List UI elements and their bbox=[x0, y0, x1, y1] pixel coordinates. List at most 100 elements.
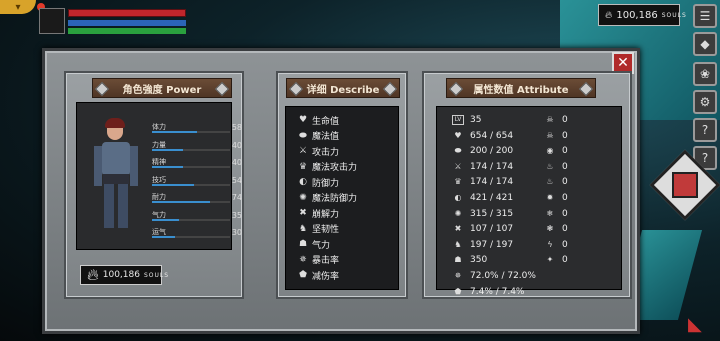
attribute-row: ⚔ 174 / 174 bbox=[452, 160, 513, 174]
attribute-row: ✺ 315 / 315 bbox=[452, 207, 513, 221]
corner-marker-icon: ◣ bbox=[688, 314, 702, 335]
stat-icon: ♥ bbox=[454, 130, 462, 140]
stat-icon: LV bbox=[452, 115, 464, 125]
describe-item: ♥ 生命值 bbox=[298, 113, 339, 127]
power-stat-row: 气力 35 bbox=[152, 210, 242, 223]
mana-bar bbox=[68, 20, 186, 26]
describe-label: 魔法攻击力 bbox=[312, 163, 358, 173]
player-portrait[interactable] bbox=[39, 8, 65, 34]
souls-value: 100,186 bbox=[616, 9, 658, 21]
resistance-icon: ✹ bbox=[546, 193, 554, 202]
describe-label: 防御力 bbox=[312, 178, 340, 189]
stat-bar bbox=[152, 183, 230, 186]
skill-icon: ❀ bbox=[699, 67, 711, 81]
resistance-icon: ☠ bbox=[546, 130, 554, 140]
describe-label: 暴击率 bbox=[312, 256, 340, 266]
power-stat-row: 技巧 54 bbox=[152, 175, 242, 188]
stat-icon: ♞ bbox=[298, 223, 308, 234]
stat-bar bbox=[152, 218, 230, 221]
describe-label: 坚韧性 bbox=[312, 225, 340, 235]
stat-icon: ⬟ bbox=[299, 270, 307, 280]
settings-button[interactable]: ⚙ bbox=[693, 90, 717, 114]
stat-value: 30 bbox=[231, 228, 242, 237]
describe-label: 魔法防御力 bbox=[312, 194, 358, 204]
resistance-row: ☠ 0 bbox=[544, 113, 568, 127]
attribute-title-text: 属性数值 Attribute bbox=[473, 84, 569, 96]
stat-bar-fill bbox=[152, 183, 195, 186]
stat-icon: ✵ bbox=[299, 254, 307, 265]
describe-label: 气力 bbox=[312, 240, 331, 251]
menu-icon: ☰ bbox=[699, 9, 711, 23]
describe-title-text: 详细 Describe bbox=[306, 84, 380, 96]
menu-button[interactable]: ☰ bbox=[693, 4, 717, 28]
stat-value: 58 bbox=[231, 123, 242, 132]
attribute-row: ♞ 197 / 197 bbox=[452, 238, 513, 252]
resistance-row: ♨ 0 bbox=[544, 160, 568, 174]
stat-bar bbox=[152, 166, 230, 168]
resistance-row: ☠ 0 bbox=[544, 129, 567, 143]
attribute-value: 174 / 174 bbox=[470, 161, 514, 172]
stat-icon: ✖ bbox=[299, 208, 307, 218]
stat-bar bbox=[152, 131, 230, 133]
resistance-value: 0 bbox=[562, 146, 568, 157]
attribute-value: 35 bbox=[470, 115, 482, 125]
help-button[interactable]: ? bbox=[693, 118, 717, 142]
resistance-value: 0 bbox=[562, 161, 568, 172]
attribute-row: LV 35 bbox=[452, 113, 481, 127]
attribute-value: 7.4% / 7.4% bbox=[470, 286, 525, 297]
describe-item: ☗ 气力 bbox=[298, 237, 330, 251]
describe-label: 减伤率 bbox=[312, 271, 340, 282]
stat-bar bbox=[152, 148, 230, 151]
close-icon: ✕ bbox=[617, 55, 629, 71]
stat-bar-fill bbox=[152, 236, 176, 238]
stat-icon: ♛ bbox=[454, 177, 462, 187]
souls-counter: 🔥︎ 100,186 SOULS bbox=[598, 4, 686, 26]
attribute-value: 421 / 421 bbox=[470, 193, 514, 203]
stat-value: 40 bbox=[231, 158, 242, 167]
describe-label: 崩解力 bbox=[312, 209, 340, 220]
attribute-row: ☗ 350 bbox=[452, 253, 487, 267]
describe-item: ♞ 坚韧性 bbox=[298, 222, 339, 236]
gear-icon: ⚙ bbox=[699, 95, 711, 109]
stat-icon: ⚔ bbox=[298, 146, 308, 156]
describe-item: ✖ 崩解力 bbox=[298, 206, 339, 220]
power-title: 角色強度 Power bbox=[92, 78, 232, 98]
attribute-value: 174 / 174 bbox=[470, 177, 514, 188]
resistance-icon: ♨ bbox=[546, 161, 554, 171]
power-stat-row: 精神 40 bbox=[152, 157, 242, 170]
resistance-row: ❄ 0 bbox=[544, 207, 568, 221]
power-souls-unit: SOULS bbox=[143, 271, 170, 279]
describe-label: 生命值 bbox=[312, 116, 340, 127]
resistance-value: 0 bbox=[562, 115, 568, 125]
stamina-bar bbox=[68, 28, 186, 34]
hud-toggle-button[interactable]: ▾ bbox=[0, 0, 36, 14]
attribute-row: ◐ 421 / 421 bbox=[452, 191, 514, 205]
attribute-row: ⬬ 200 / 200 bbox=[452, 144, 514, 158]
stat-value: 35 bbox=[231, 210, 242, 220]
stat-icon: ♥ bbox=[298, 115, 308, 125]
resistance-row: ✹ 0 bbox=[544, 191, 568, 205]
power-stat-row: 运气 30 bbox=[152, 227, 242, 240]
describe-label: 攻击力 bbox=[312, 147, 340, 158]
power-stat-row: 力量 40 bbox=[152, 140, 242, 153]
skill-button[interactable]: ❀ bbox=[693, 62, 717, 86]
attribute-value: 315 / 315 bbox=[470, 208, 514, 219]
character-model bbox=[94, 118, 142, 242]
describe-label: 魔法值 bbox=[312, 132, 340, 142]
power-stat-row: 体力 58 bbox=[152, 122, 242, 135]
chevron-down-icon: ▾ bbox=[15, 1, 21, 13]
stat-icon: ⬟ bbox=[454, 286, 462, 296]
stat-bar-fill bbox=[152, 218, 180, 221]
map-button[interactable]: ◆ bbox=[693, 32, 717, 56]
stat-icon: ✖ bbox=[454, 224, 462, 234]
attribute-title: 属性数值 Attribute bbox=[446, 78, 596, 98]
resistance-value: 0 bbox=[562, 208, 568, 219]
attribute-value: 107 / 107 bbox=[470, 224, 514, 235]
attribute-value: 72.0% / 72.0% bbox=[470, 271, 536, 281]
stat-icon: ✺ bbox=[454, 208, 462, 218]
attribute-row: ✖ 107 / 107 bbox=[452, 222, 513, 236]
stat-bar bbox=[152, 236, 230, 238]
resistance-value: 0 bbox=[562, 177, 568, 188]
stat-icon: ⬬ bbox=[454, 146, 462, 156]
resistance-icon: ❃ bbox=[546, 224, 554, 234]
